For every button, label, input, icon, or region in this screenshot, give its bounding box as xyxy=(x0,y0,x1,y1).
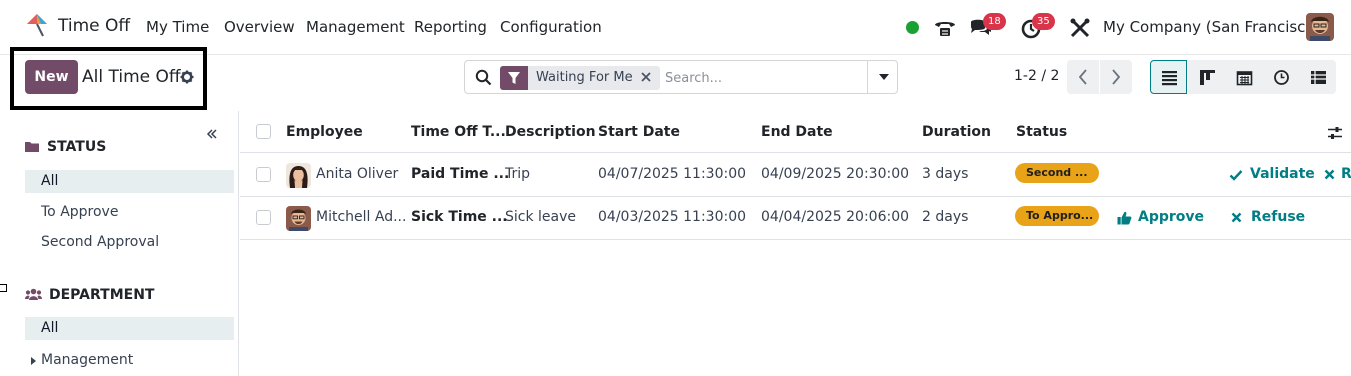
description: Sick leave xyxy=(505,209,577,225)
kanban-view-icon xyxy=(1200,70,1215,85)
column-header-duration[interactable]: Duration xyxy=(922,124,991,140)
gear-icon[interactable] xyxy=(180,70,194,84)
chevron-right-icon xyxy=(1112,69,1121,85)
select-all-checkbox[interactable] xyxy=(256,124,271,139)
search-facet: Waiting For Me xyxy=(500,66,660,90)
menu-my-time[interactable]: My Time xyxy=(146,18,209,36)
end-date: 04/04/2025 20:06:00 xyxy=(761,209,910,225)
menu-configuration[interactable]: Configuration xyxy=(500,18,602,36)
employee-avatar xyxy=(286,163,311,188)
menu-reporting[interactable]: Reporting xyxy=(414,18,487,36)
page-title: All Time Off xyxy=(82,67,181,87)
calendar-view-icon xyxy=(1236,71,1253,86)
column-header-start-date[interactable]: Start Date xyxy=(598,124,680,140)
facet-label: Waiting For Me xyxy=(536,70,633,85)
phone-icon[interactable] xyxy=(933,16,957,40)
pager-previous-button[interactable] xyxy=(1067,60,1099,94)
column-settings-icon[interactable] xyxy=(1327,125,1343,141)
close-icon[interactable] xyxy=(639,70,653,84)
column-header-end-date[interactable]: End Date xyxy=(761,124,833,140)
calendar-view-button[interactable] xyxy=(1225,60,1262,94)
column-header-status[interactable]: Status xyxy=(1016,124,1067,140)
folder-icon xyxy=(25,142,39,152)
double-chevron-left-icon[interactable] xyxy=(205,127,219,141)
duration: 3 days xyxy=(922,166,969,182)
row-checkbox[interactable] xyxy=(256,210,271,225)
list-view-icon xyxy=(1162,71,1177,86)
table-header: Employee Time Off T... Description Start… xyxy=(240,111,1351,153)
time-off-type: Sick Time ... xyxy=(411,209,508,225)
row-checkbox[interactable] xyxy=(256,167,271,182)
presence-status-dot[interactable] xyxy=(906,21,919,34)
department-filter-all[interactable]: All xyxy=(25,317,234,340)
status-filter-all[interactable]: All xyxy=(25,170,234,193)
thumbs-up-icon xyxy=(1117,211,1132,225)
company-switcher[interactable]: My Company (San Francisco) xyxy=(1103,18,1320,36)
tools-icon[interactable] xyxy=(1068,16,1092,40)
column-header-description[interactable]: Description xyxy=(505,124,596,140)
status-badge: Second ... xyxy=(1015,163,1099,183)
column-header-time-off-type[interactable]: Time Off T... xyxy=(411,124,506,140)
search-options-toggle[interactable] xyxy=(867,61,899,93)
employee-avatar xyxy=(286,206,311,231)
user-avatar[interactable] xyxy=(1306,13,1334,41)
pivot-view-button[interactable] xyxy=(1299,60,1336,94)
kanban-view-button[interactable] xyxy=(1188,60,1225,94)
activities-badge: 35 xyxy=(1032,13,1055,30)
menu-overview[interactable]: Overview xyxy=(224,18,295,36)
search-panel-sidebar: STATUS All To Approve Second Approval DE… xyxy=(0,111,239,376)
time-off-list: Employee Time Off T... Description Start… xyxy=(240,111,1351,376)
users-icon xyxy=(25,288,42,300)
stray-mark xyxy=(0,284,7,292)
pager-next-button[interactable] xyxy=(1100,60,1132,94)
list-view-button[interactable] xyxy=(1150,60,1187,94)
duration: 2 days xyxy=(922,209,969,225)
messages-badge: 18 xyxy=(983,13,1006,30)
employee-name: Anita Oliver xyxy=(316,166,399,182)
search-bar: Waiting For Me xyxy=(464,60,898,94)
pager-value[interactable]: 1-2 / 2 xyxy=(1014,68,1059,84)
status-filter-to-approve[interactable]: To Approve xyxy=(25,201,234,224)
x-icon xyxy=(1324,169,1335,180)
column-header-employee[interactable]: Employee xyxy=(286,124,363,140)
employee-name: Mitchell Ad... xyxy=(316,209,407,225)
start-date: 04/03/2025 11:30:00 xyxy=(598,209,747,225)
app-name[interactable]: Time Off xyxy=(58,16,130,36)
caret-right-icon[interactable] xyxy=(31,357,36,365)
check-icon xyxy=(1229,170,1243,181)
activity-view-icon xyxy=(1274,70,1289,85)
status-badge: To Appro... xyxy=(1015,206,1099,226)
time-off-type: Paid Time ... xyxy=(411,166,510,182)
app-logo-icon[interactable] xyxy=(24,12,50,38)
status-filter-second-approval[interactable]: Second Approval xyxy=(25,231,234,254)
new-button[interactable]: New xyxy=(25,60,78,94)
activity-view-button[interactable] xyxy=(1262,60,1299,94)
menu-management[interactable]: Management xyxy=(306,18,405,36)
table-row[interactable]: Mitchell Ad... Sick Time ... Sick leave … xyxy=(240,197,1351,240)
start-date: 04/07/2025 11:30:00 xyxy=(598,166,747,182)
table-row[interactable]: Anita Oliver Paid Time ... Trip 04/07/20… xyxy=(240,154,1351,197)
chevron-left-icon xyxy=(1078,69,1087,85)
caret-down-icon xyxy=(879,74,889,80)
filter-icon xyxy=(500,66,528,90)
search-input[interactable] xyxy=(665,67,865,89)
search-icon[interactable] xyxy=(475,69,492,86)
description: Trip xyxy=(505,166,531,182)
pivot-view-icon xyxy=(1311,71,1326,84)
department-filter-management[interactable]: Management xyxy=(25,349,234,372)
x-icon xyxy=(1231,212,1242,223)
end-date: 04/09/2025 20:30:00 xyxy=(761,166,910,182)
